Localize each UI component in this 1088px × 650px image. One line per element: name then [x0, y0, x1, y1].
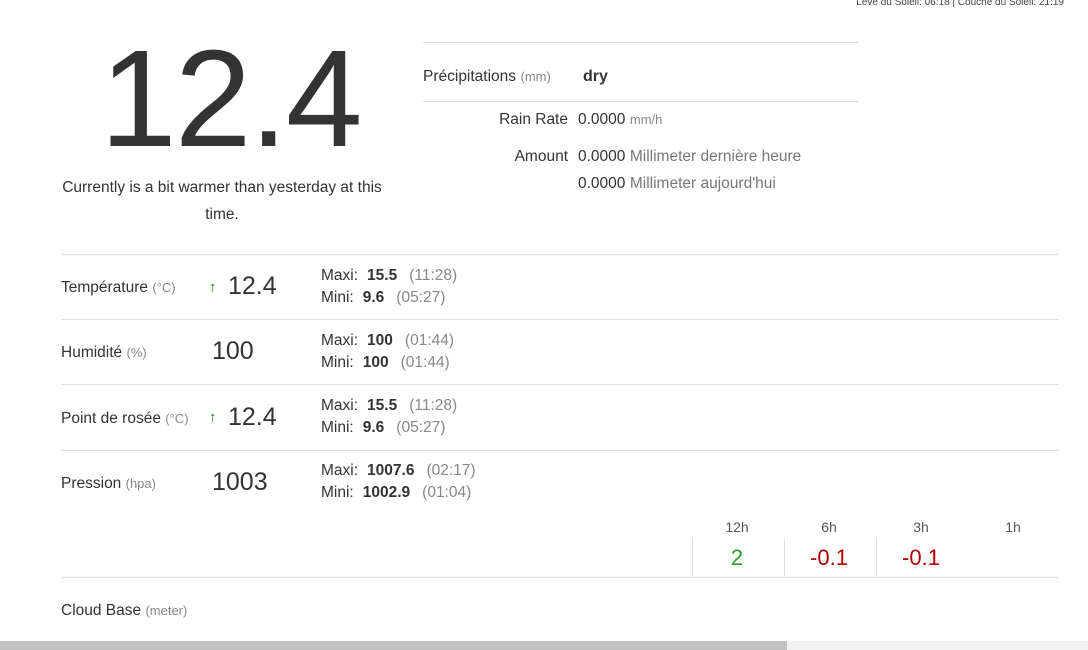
temperature-maxi: Maxi: 15.5 (11:28)	[321, 267, 457, 285]
temperature-label-text: Température	[61, 279, 149, 296]
mini-time: (05:27)	[396, 289, 446, 306]
humidity-label-text: Humidité	[61, 344, 123, 361]
mini-value: 9.6	[362, 419, 385, 436]
pressure-label: Pression (hpa)	[61, 475, 156, 493]
maxi-label: Maxi:	[321, 462, 359, 479]
temperature-unit: (°C)	[152, 280, 176, 295]
amount-hour: 0.0000 Millimeter dernière heure	[578, 148, 801, 166]
cloud-base-label: Cloud Base (meter)	[61, 602, 187, 620]
dewpoint-mini: Mini: 9.6 (05:27)	[321, 419, 445, 437]
precip-top-divider	[423, 42, 858, 43]
maxi-time: (01:44)	[404, 332, 455, 349]
rain-rate: 0.0000 mm/h	[578, 111, 662, 129]
maxi-value: 15.5	[367, 397, 398, 414]
maxi-value: 1007.6	[367, 462, 415, 479]
cloud-base-label-text: Cloud Base	[61, 602, 142, 619]
row-divider	[61, 577, 1059, 578]
maxi-time: (11:28)	[409, 267, 458, 284]
rain-rate-label: Rain Rate	[499, 111, 568, 128]
amount-day: 0.0000 Millimeter aujourd'hui	[578, 175, 776, 193]
mini-value: 9.6	[362, 289, 385, 306]
mini-time: (01:44)	[400, 354, 450, 371]
maxi-time: (11:28)	[409, 397, 458, 414]
humidity-unit: (%)	[126, 345, 147, 360]
trend-header-12h: 12h	[725, 519, 749, 535]
pressure-mini: Mini: 1002.9 (01:04)	[321, 484, 471, 502]
amount-day-unit: Millimeter aujourd'hui	[629, 175, 776, 192]
mini-value: 1002.9	[362, 484, 411, 501]
cloud-base-unit: (meter)	[145, 603, 188, 618]
humidity-value: 100	[212, 337, 254, 365]
maxi-value: 15.5	[367, 267, 398, 284]
temperature-comparison-text: Currently is a bit warmer than yesterday…	[62, 179, 382, 223]
pressure-unit: (hpa)	[125, 476, 156, 491]
dewpoint-value: 12.4	[228, 403, 277, 431]
maxi-label: Maxi:	[321, 267, 359, 284]
trend-header-3h: 3h	[913, 519, 929, 535]
trend-header-1h: 1h	[1005, 519, 1021, 535]
trend-value-6h: -0.1	[810, 545, 848, 570]
humidity-maxi: Maxi: 100 (01:44)	[321, 332, 454, 350]
precip-label-text: Précipitations	[423, 68, 517, 85]
precip-bottom-divider	[423, 101, 858, 102]
mini-time: (01:04)	[422, 484, 472, 501]
sunrise-sunset-text: Levé du Soleil: 06:18 | Couché du Soleil…	[856, 0, 1064, 8]
amount-hour-unit: Millimeter dernière heure	[629, 148, 802, 165]
mini-time: (05:27)	[396, 419, 446, 436]
temperature-mini: Mini: 9.6 (05:27)	[321, 289, 445, 307]
maxi-label: Maxi:	[321, 397, 359, 414]
trend-value-3h: -0.1	[902, 545, 940, 570]
row-divider	[61, 450, 1059, 451]
pressure-maxi: Maxi: 1007.6 (02:17)	[321, 462, 476, 480]
trend-up-arrow-icon: ↑	[209, 409, 217, 426]
dewpoint-maxi: Maxi: 15.5 (11:28)	[321, 397, 457, 415]
maxi-label: Maxi:	[321, 332, 359, 349]
rain-rate-unit: mm/h	[629, 112, 663, 127]
dewpoint-unit: (°C)	[165, 411, 189, 426]
precip-label: Précipitations (mm)	[423, 68, 551, 86]
row-divider	[61, 319, 1059, 320]
mini-label: Mini:	[321, 354, 354, 371]
mini-label: Mini:	[321, 289, 354, 306]
maxi-value: 100	[367, 332, 393, 349]
pressure-label-text: Pression	[61, 475, 122, 492]
precip-unit: (mm)	[520, 69, 551, 84]
rain-rate-value: 0.0000	[578, 111, 626, 128]
trend-header-6h: 6h	[821, 519, 837, 535]
humidity-label: Humidité (%)	[61, 344, 147, 362]
maxi-time: (02:17)	[426, 462, 476, 479]
precip-value: dry	[583, 68, 608, 85]
temperature-label: Température (°C)	[61, 279, 176, 297]
mini-label: Mini:	[321, 419, 354, 436]
trend-value-12h: 2	[730, 545, 744, 570]
pressure-value: 1003	[212, 468, 268, 496]
dewpoint-label-text: Point de rosée	[61, 410, 161, 427]
trend-up-arrow-icon: ↑	[209, 279, 217, 296]
temperature-value: 12.4	[228, 272, 277, 300]
horizontal-scrollbar-thumb[interactable]	[0, 641, 787, 650]
mini-value: 100	[362, 354, 389, 371]
current-temperature: 12.4	[100, 22, 363, 176]
humidity-mini: Mini: 100 (01:44)	[321, 354, 450, 372]
amount-day-value: 0.0000	[578, 175, 626, 192]
amount-label: Amount	[514, 148, 568, 165]
amount-hour-value: 0.0000	[578, 148, 626, 165]
row-divider	[61, 384, 1059, 385]
row-divider	[61, 254, 1059, 255]
dewpoint-label: Point de rosée (°C)	[61, 410, 189, 428]
mini-label: Mini:	[321, 484, 354, 501]
